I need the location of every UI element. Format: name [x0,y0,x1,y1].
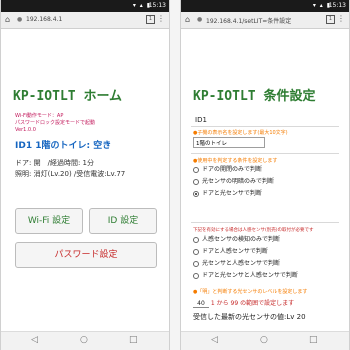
door-info: ドア: 開 /経過時間: 1分 [15,159,94,167]
option-label: ドアと光センサと人感センサで判断 [202,272,298,279]
radio-button[interactable] [193,166,199,173]
home-nav-icon[interactable]: ○ [80,335,88,345]
mode-info: Wi-Fi動作モード：AP パスワードロック設定モードで起動 Ver1.0.0 [15,113,95,134]
status-bar: ▾ ▴ ▮ 15:13 [181,0,349,12]
light-level-row: 40 1 から 99 の範囲で設定します [193,298,294,308]
android-nav-bar: ◁ ○ □ [1,331,169,350]
option-label: ドアと光センサで判断 [202,190,262,197]
divider [191,153,339,154]
name-note: ●子機の表示名を設定します(最大10文字) [193,130,288,136]
home-icon[interactable]: ⌂ [5,15,10,24]
back-icon[interactable]: ◁ [211,335,218,345]
menu-icon[interactable]: ⋮ [337,14,345,23]
radio-button-selected[interactable] [193,190,199,197]
page-title: KP-IOTLT ホーム [13,89,123,104]
page-title: KP-IOTLT 条件設定 [193,89,316,104]
condition-option-all[interactable]: ドアと光センサと人感センサで判断 [193,272,298,280]
toilet-status: ID1 1階のトイレ: 空き [15,141,112,151]
condition-option-door-human[interactable]: ドアと人感センサで判断 [193,248,268,256]
condition-option-door-light[interactable]: ドアと光センサで判断 [193,190,262,198]
condition-option-door[interactable]: ドアの開閉のみで判断 [193,166,262,174]
wifi-settings-button[interactable]: Wi-Fi 設定 [15,208,83,234]
display-name-input[interactable] [193,137,265,148]
option-label: 光センサの明暗のみで判断 [202,178,275,185]
status-bar: ▾ ▴ ▮ 15:13 [1,0,169,12]
option-label: ドアの開閉のみで判断 [202,166,263,173]
light-info: 照明: 消灯(Lv.20) /受信電波:Lv.77 [15,170,126,178]
condition-option-light[interactable]: 光センサの明暗のみで判断 [193,178,274,186]
browser-url-bar[interactable]: ⌂ ● 192.168.4.1 1 ⋮ [1,12,169,29]
home-nav-icon[interactable]: ○ [260,335,268,345]
human-sensor-note: 下記を有効にする場合は人感センサ(別売)の取付が必要です [193,228,314,233]
radio-button[interactable] [193,236,199,243]
option-label: ドアと人感センサで判断 [202,248,268,255]
light-level-hint: 1 から 99 の範囲で設定します [210,300,295,307]
home-icon[interactable]: ⌂ [185,15,190,24]
divider [191,126,339,127]
id-settings-button[interactable]: ID 設定 [89,208,157,234]
tabs-icon[interactable]: 1 [326,15,335,24]
phone-conditions-screen: ▾ ▴ ▮ 15:13 ⌂ ● 192.168.4.1/setLIT=条件設定 … [180,0,350,350]
radio-button[interactable] [193,272,199,279]
radio-button[interactable] [193,260,199,267]
condition-option-light-human[interactable]: 光センサと人感センサで判断 [193,260,280,268]
browser-url-bar[interactable]: ⌂ ● 192.168.4.1/setLIT=条件設定 1 ⋮ [181,12,349,29]
device-id-label: ID1 [195,116,207,124]
tabs-icon[interactable]: 1 [146,15,155,24]
recent-apps-icon[interactable]: □ [309,335,318,345]
phone-home-screen: ▾ ▴ ▮ 15:13 ⌂ ● 192.168.4.1 1 ⋮ KP-IOTLT… [0,0,170,350]
mode-line: Ver1.0.0 [15,127,36,133]
android-nav-bar: ◁ ○ □ [181,331,349,350]
status-time: 15:13 [328,2,346,9]
radio-button[interactable] [193,248,199,255]
sensor-info: ドア: 開 /経過時間: 1分 照明: 消灯(Lv.20) /受信電波:Lv.7… [15,158,125,180]
menu-icon[interactable]: ⋮ [157,14,165,23]
mode-line: Wi-Fi動作モード：AP [15,113,64,119]
option-label: 人感センサの検知のみで判断 [202,236,281,243]
light-level-note: ●「明」と判断する光センサのレベルを設定します [193,289,308,295]
url-text[interactable]: 192.168.4.1/setLIT=条件設定 [206,16,306,25]
judge-note: ●使用中を判定する条件を設定します [193,158,278,164]
password-settings-button[interactable]: パスワード設定 [15,242,157,268]
lock-icon: ● [197,16,203,23]
recent-apps-icon[interactable]: □ [129,335,138,345]
url-text[interactable]: 192.168.4.1 [26,16,126,25]
condition-option-human[interactable]: 人感センサの検知のみで判断 [193,236,280,244]
radio-button[interactable] [193,178,199,185]
back-icon[interactable]: ◁ [31,335,38,345]
divider [191,222,339,223]
option-label: 光センサと人感センサで判断 [202,260,281,267]
status-time: 15:13 [148,2,166,9]
mode-line: パスワードロック設定モードで起動 [15,120,96,126]
light-level-input[interactable]: 40 [193,300,209,308]
latest-light-value: 受信した最新の光センサの値:Lv 20 [193,313,306,321]
lock-icon: ● [17,16,23,23]
